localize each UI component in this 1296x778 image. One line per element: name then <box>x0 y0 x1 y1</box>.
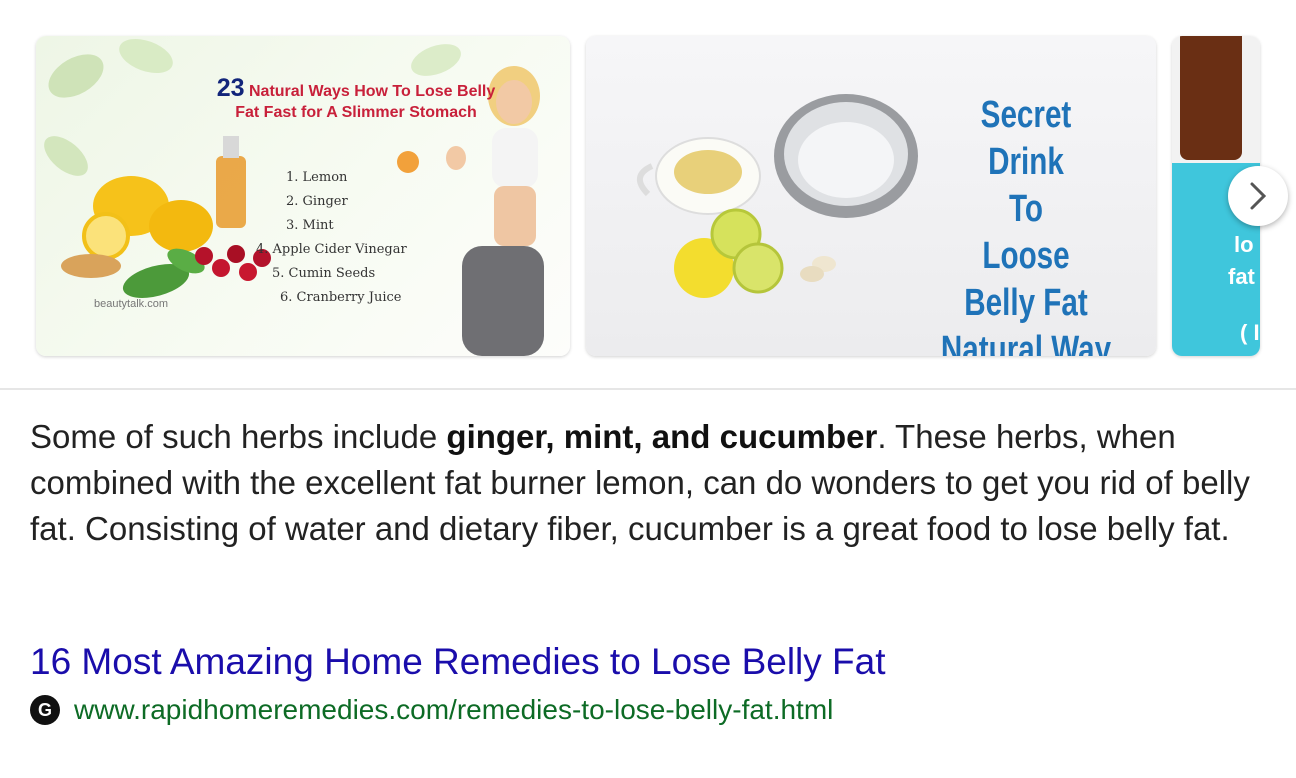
thumbnail-headline: Secret Drink To Loose Belly Fat Natural … <box>940 92 1112 356</box>
thumbnail-list-item: 4. Apple Cider Vinegar <box>256 242 407 257</box>
thumbnail-list-item: 2. Ginger <box>286 194 348 209</box>
section-divider <box>0 388 1296 390</box>
thumbnail-title: 23 Natural Ways How To Lose Belly Fat Fa… <box>216 74 496 122</box>
snippet-highlight: ginger, mint, and cucumber <box>446 418 878 455</box>
thumbnail-list-item: 3. Mint <box>286 218 334 233</box>
google-favicon-icon: G <box>30 695 60 725</box>
partial-text-line: lo <box>1234 232 1254 257</box>
snippet-text: Some of such herbs include <box>30 418 447 455</box>
thumbnail-list: 1. Lemon 2. Ginger 3. Mint 4. Apple Cide… <box>256 166 407 310</box>
image-thumbnail-belly-fat-ways[interactable]: 23 Natural Ways How To Lose Belly Fat Fa… <box>36 36 570 356</box>
thumbnail-list-item: 6. Cranberry Juice <box>280 290 402 305</box>
carousel-next-button[interactable] <box>1228 166 1288 226</box>
thumbnail-headline-line: Natural Way <box>940 329 1112 356</box>
search-result-card: 23 Natural Ways How To Lose Belly Fat Fa… <box>0 0 1296 778</box>
result-url-row[interactable]: G www.rapidhomeremedies.com/remedies-to-… <box>30 690 833 730</box>
image-thumbnail-secret-drink[interactable]: Secret Drink To Loose Belly Fat Natural … <box>586 36 1156 356</box>
result-url[interactable]: www.rapidhomeremedies.com/remedies-to-lo… <box>74 694 833 726</box>
glass-drink-shape <box>1180 36 1242 160</box>
thumbnail-source-watermark: beautytalk.com <box>94 298 168 310</box>
thumbnail-headline-line: Secret Drink <box>980 94 1072 183</box>
thumbnail-list-item: 5. Cumin Seeds <box>272 266 376 281</box>
thumbnail-top-photo <box>1172 36 1260 163</box>
thumbnail-headline-line: To <box>1008 188 1044 230</box>
partial-text-line: ( I <box>1240 320 1260 345</box>
partial-text-line: fat <box>1228 264 1255 289</box>
thumbnail-headline-line: Belly Fat <box>964 282 1088 324</box>
partial-text: lo fat ( I <box>1228 229 1260 349</box>
thumbnail-list-item: 1. Lemon <box>286 170 348 185</box>
thumbnail-headline-line: Loose <box>982 235 1070 277</box>
result-title-link[interactable]: 16 Most Amazing Home Remedies to Lose Be… <box>30 638 886 686</box>
result-snippet: Some of such herbs include ginger, mint,… <box>30 414 1260 552</box>
chevron-right-icon <box>1250 182 1267 210</box>
image-carousel: 23 Natural Ways How To Lose Belly Fat Fa… <box>0 0 1296 388</box>
